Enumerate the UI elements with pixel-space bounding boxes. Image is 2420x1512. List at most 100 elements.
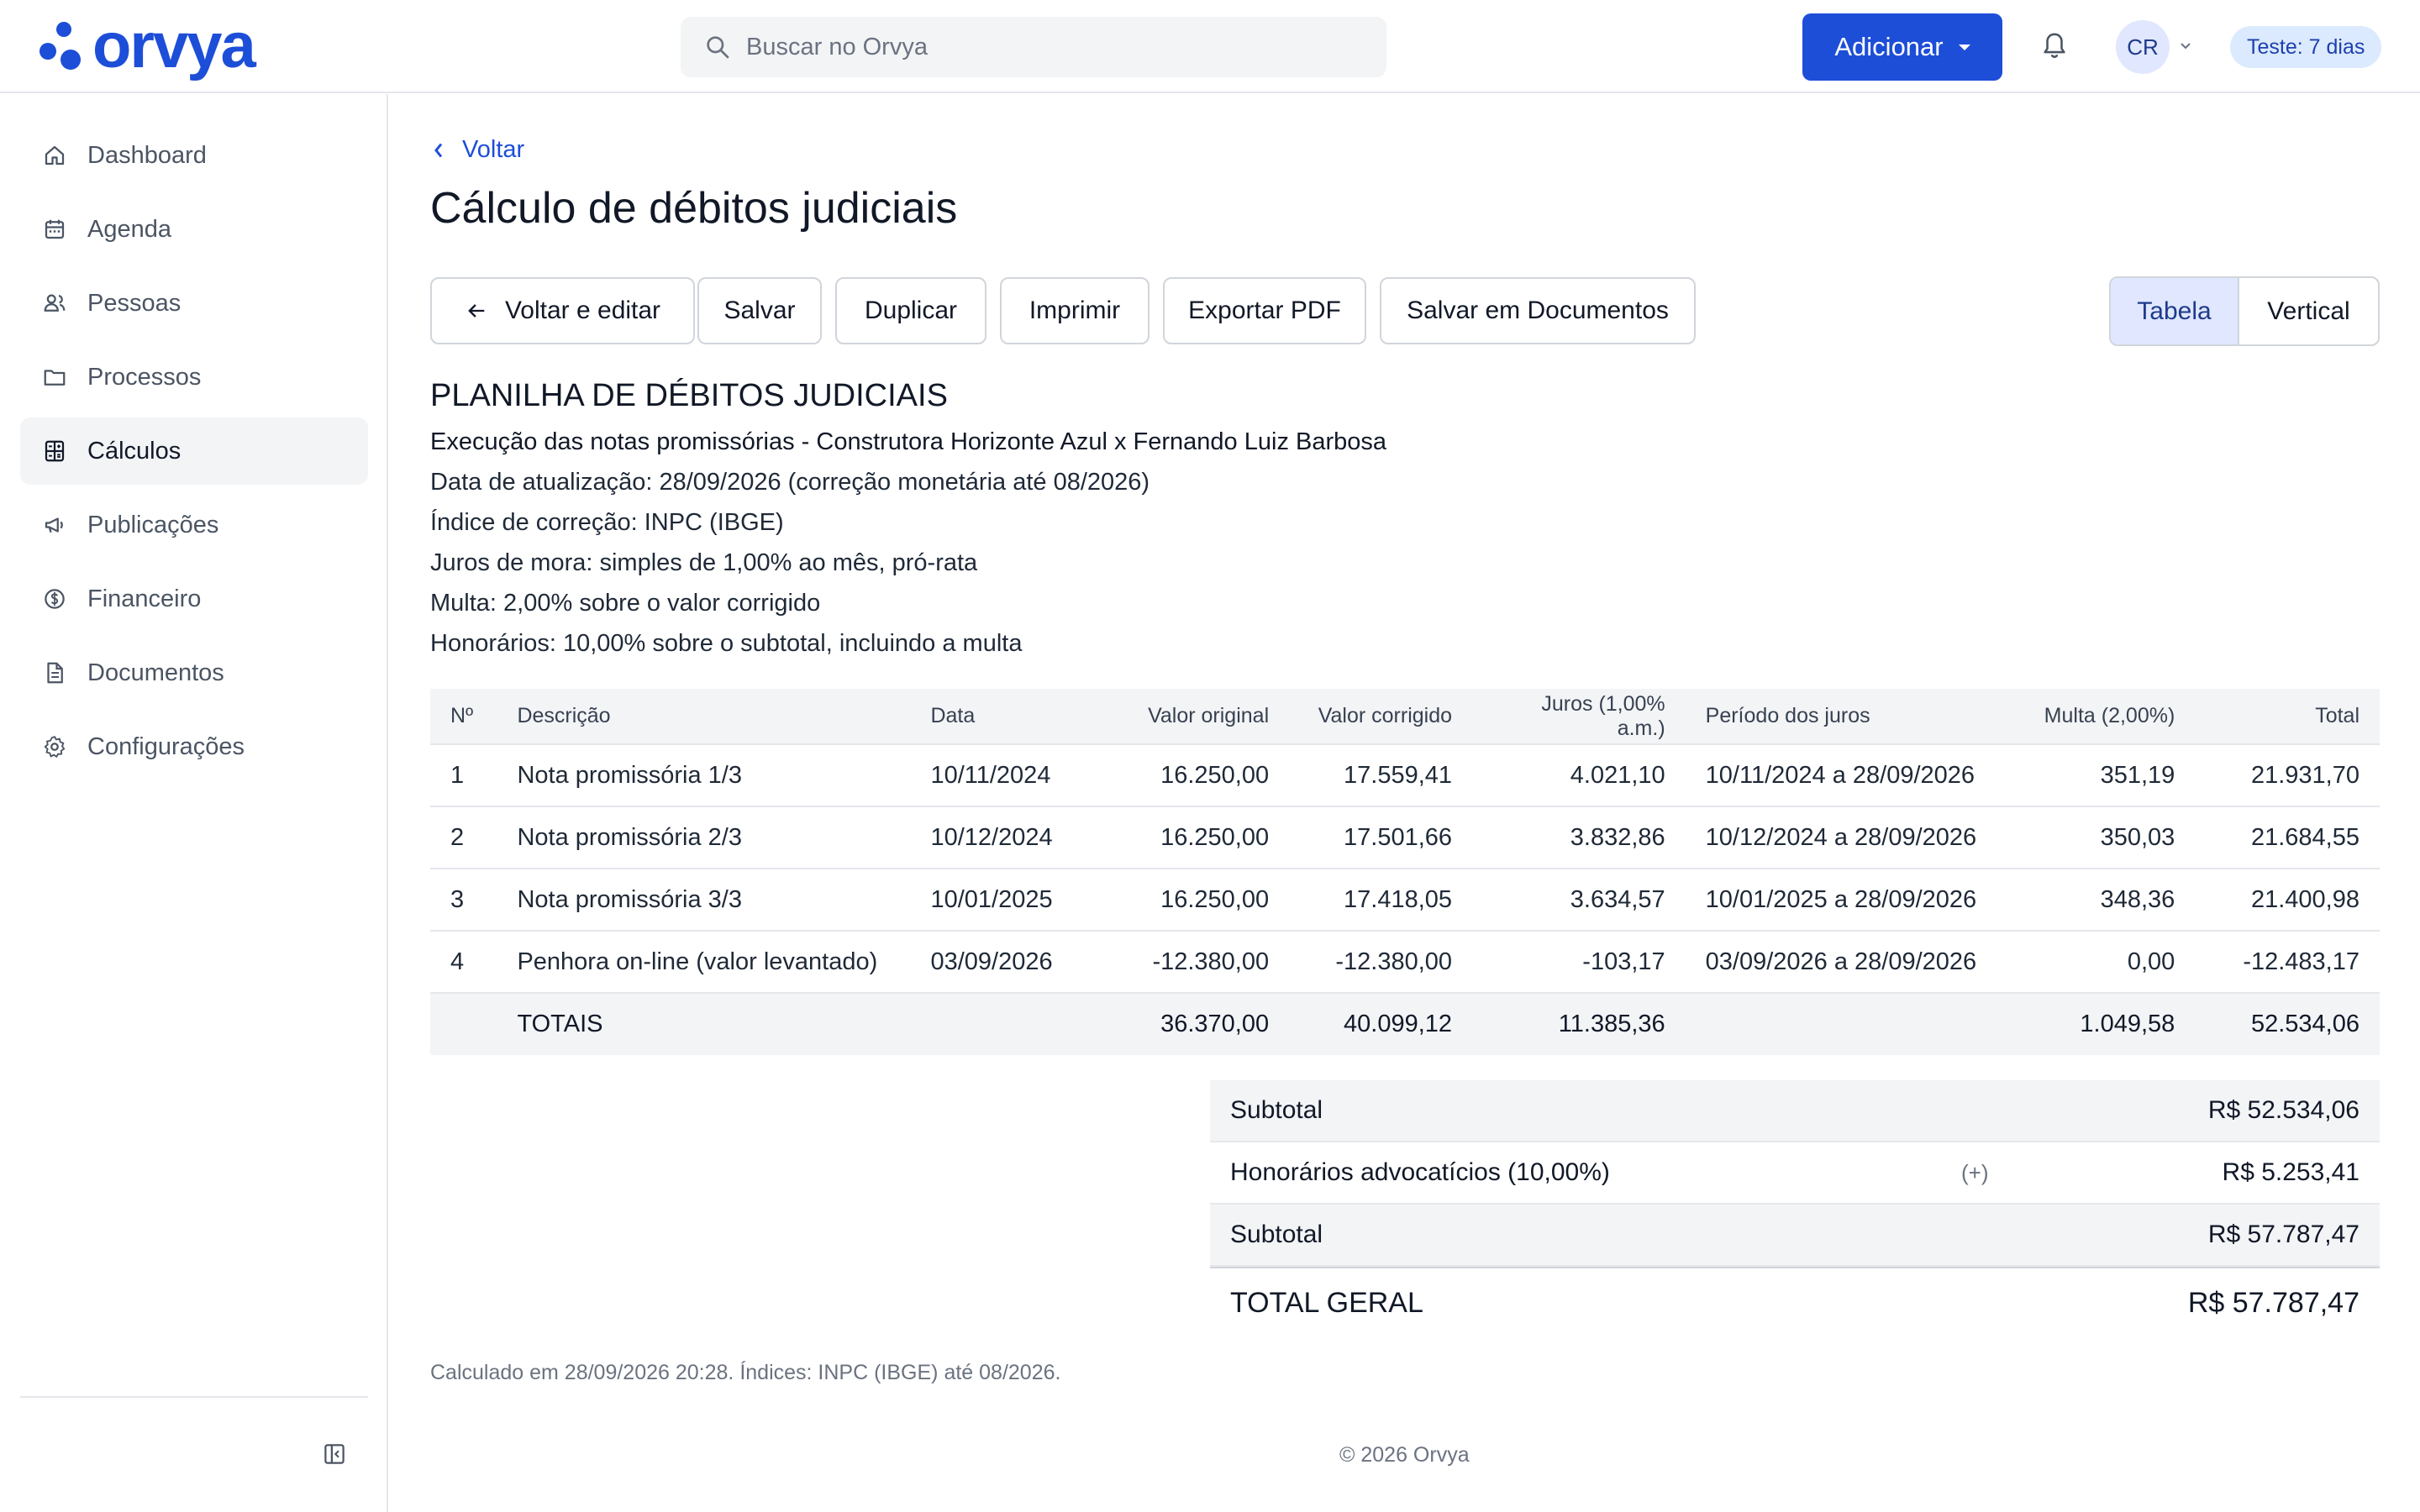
sidebar-item-label: Dashboard bbox=[87, 141, 207, 169]
calculation-note: Calculado em 28/09/2026 20:28. Índices: … bbox=[430, 1361, 1061, 1384]
table-cell: 17.501,66 bbox=[1289, 806, 1473, 869]
back-edit-button[interactable]: Voltar e editar bbox=[430, 277, 695, 344]
table-cell: Nota promissória 2/3 bbox=[497, 806, 911, 869]
table-cell: TOTAIS bbox=[497, 992, 911, 1055]
summary-total-row: TOTAL GERAL R$ 57.787,47 bbox=[1210, 1267, 2380, 1337]
table-cell: 03/09/2026 a 28/09/2026 bbox=[1685, 930, 1997, 993]
table-cell: 3.634,57 bbox=[1472, 868, 1686, 931]
save-button[interactable]: Salvar bbox=[697, 277, 822, 344]
sidebar-item-processos[interactable]: Processos bbox=[20, 344, 368, 411]
table-row: 1 Nota promissória 1/3 10/11/2024 16.250… bbox=[430, 743, 2380, 806]
print-label: Imprimir bbox=[1028, 297, 1121, 324]
collapse-sidebar-icon[interactable] bbox=[322, 1441, 347, 1467]
column-header: Valor original bbox=[1098, 689, 1290, 744]
logo-text: orvya bbox=[92, 10, 256, 81]
summary-label: Subtotal bbox=[1230, 1221, 1323, 1248]
caret-down-icon bbox=[1958, 44, 1970, 50]
sidebar-item-publicacoes[interactable]: Publicações bbox=[20, 491, 368, 559]
table-cell: 10/01/2025 a 28/09/2026 bbox=[1685, 868, 1997, 931]
sidebar-item-dashboard[interactable]: Dashboard bbox=[20, 122, 368, 189]
sidebar-item-financeiro[interactable]: Financeiro bbox=[20, 565, 368, 633]
table-cell: Nota promissória 1/3 bbox=[497, 743, 911, 806]
sidebar-item-documentos[interactable]: Documentos bbox=[20, 639, 368, 706]
table-cell: 1 bbox=[430, 743, 497, 806]
logo-mark-icon bbox=[39, 22, 81, 70]
sheet-subtitle: Execução das notas promissórias - Constr… bbox=[430, 428, 1387, 455]
sheet-info-fees: Honorários: 10,00% sobre o subtotal, inc… bbox=[430, 630, 1023, 657]
folder-icon bbox=[44, 370, 66, 386]
sidebar-item-configuracoes[interactable]: Configurações bbox=[20, 713, 368, 780]
sheet-info-update-date: Data de atualização: 28/09/2026 (correçã… bbox=[430, 469, 1150, 496]
column-header: Período dos juros bbox=[1685, 689, 1997, 744]
sidebar-item-agenda[interactable]: Agenda bbox=[20, 196, 368, 263]
table-cell: 10/11/2024 bbox=[910, 743, 1099, 806]
table-cell: 03/09/2026 bbox=[910, 930, 1099, 993]
sheet-info-index: Índice de correção: INPC (IBGE) bbox=[430, 509, 784, 536]
summary-total-value: R$ 57.787,47 bbox=[2187, 1286, 2360, 1319]
view-toggle: Tabela Vertical bbox=[2109, 276, 2380, 346]
column-header: Descrição bbox=[497, 689, 911, 744]
sheet-title: PLANILHA DE DÉBITOS JUDICIAIS bbox=[430, 378, 948, 413]
duplicate-label: Duplicar bbox=[864, 297, 958, 324]
avatar[interactable]: CR bbox=[2116, 20, 2170, 74]
table-cell: Penhora on-line (valor levantado) bbox=[497, 930, 911, 993]
back-link-label: Voltar bbox=[462, 136, 525, 163]
table-row: 2 Nota promissória 2/3 10/12/2024 16.250… bbox=[430, 806, 2380, 869]
search-input[interactable] bbox=[746, 33, 1334, 61]
table-cell bbox=[910, 992, 1099, 1055]
table-cell: 10/01/2025 bbox=[910, 868, 1099, 931]
export-pdf-button[interactable]: Exportar PDF bbox=[1163, 277, 1366, 344]
duplicate-button[interactable]: Duplicar bbox=[835, 277, 986, 344]
chevron-left-icon bbox=[434, 143, 443, 157]
table-cell bbox=[430, 992, 497, 1055]
table-cell bbox=[1685, 992, 1997, 1055]
table-row: 4 Penhora on-line (valor levantado) 03/0… bbox=[430, 930, 2380, 993]
dollar-icon bbox=[45, 589, 65, 609]
table-cell: -12.380,00 bbox=[1289, 930, 1473, 993]
summary-fees-row: Honorários advocatícios (10,00%) (+) R$ … bbox=[1210, 1142, 2380, 1205]
add-button[interactable]: Adicionar bbox=[1802, 13, 2002, 81]
table-cell: 4.021,10 bbox=[1472, 743, 1686, 806]
logo[interactable]: orvya bbox=[39, 10, 256, 81]
table-cell: -103,17 bbox=[1472, 930, 1686, 993]
search-bar[interactable] bbox=[681, 17, 1386, 77]
summary-value: R$ 5.253,41 bbox=[2222, 1158, 2360, 1186]
summary-label: Subtotal bbox=[1230, 1096, 1323, 1124]
table-cell: 16.250,00 bbox=[1098, 868, 1290, 931]
column-header: Data bbox=[910, 689, 1099, 744]
trial-badge[interactable]: Teste: 7 dias bbox=[2230, 26, 2382, 68]
table-cell: 40.099,12 bbox=[1289, 992, 1473, 1055]
sheet-info-interest: Juros de mora: simples de 1,00% ao mês, … bbox=[430, 549, 978, 576]
table-cell: 16.250,00 bbox=[1098, 743, 1290, 806]
column-header: Nº bbox=[430, 689, 497, 744]
chevron-down-icon[interactable] bbox=[2178, 40, 2193, 52]
back-link[interactable]: Voltar bbox=[430, 136, 524, 164]
table-cell: 10/12/2024 a 28/09/2026 bbox=[1685, 806, 1997, 869]
save-documents-button[interactable]: Salvar em Documentos bbox=[1380, 277, 1696, 344]
table-cell: 21.931,70 bbox=[2195, 743, 2380, 806]
sidebar-item-label: Documentos bbox=[87, 659, 224, 686]
users-icon bbox=[44, 294, 66, 312]
summary-value: R$ 52.534,06 bbox=[2207, 1096, 2360, 1124]
table-cell: 21.684,55 bbox=[2195, 806, 2380, 869]
bell-icon[interactable] bbox=[2040, 30, 2069, 62]
export-pdf-label: Exportar PDF bbox=[1188, 297, 1341, 324]
table-header-row: Nº Descrição Data Valor original Valor c… bbox=[430, 689, 2380, 744]
view-vertical-button[interactable]: Vertical bbox=[2239, 278, 2378, 344]
sidebar-item-calculos[interactable]: Cálculos bbox=[20, 417, 368, 485]
back-edit-label: Voltar e editar bbox=[504, 297, 661, 324]
megaphone-icon bbox=[45, 517, 63, 533]
table-cell: 0,00 bbox=[1996, 930, 2196, 993]
sidebar-item-label: Financeiro bbox=[87, 585, 202, 612]
print-button[interactable]: Imprimir bbox=[1000, 277, 1150, 344]
table-cell: -12.380,00 bbox=[1098, 930, 1290, 993]
document-icon bbox=[47, 662, 63, 684]
sidebar-item-label: Publicações bbox=[87, 511, 219, 538]
sidebar-item-label: Pessoas bbox=[87, 289, 182, 317]
table-totals-row: TOTAIS 36.370,00 40.099,12 11.385,36 1.0… bbox=[430, 992, 2380, 1055]
sheet-info-fine: Multa: 2,00% sobre o valor corrigido bbox=[430, 590, 821, 617]
view-table-button[interactable]: Tabela bbox=[2111, 278, 2239, 344]
sidebar-item-label: Configurações bbox=[87, 732, 245, 760]
column-header: Multa (2,00%) bbox=[1996, 689, 2196, 744]
sidebar-item-pessoas[interactable]: Pessoas bbox=[20, 270, 368, 337]
